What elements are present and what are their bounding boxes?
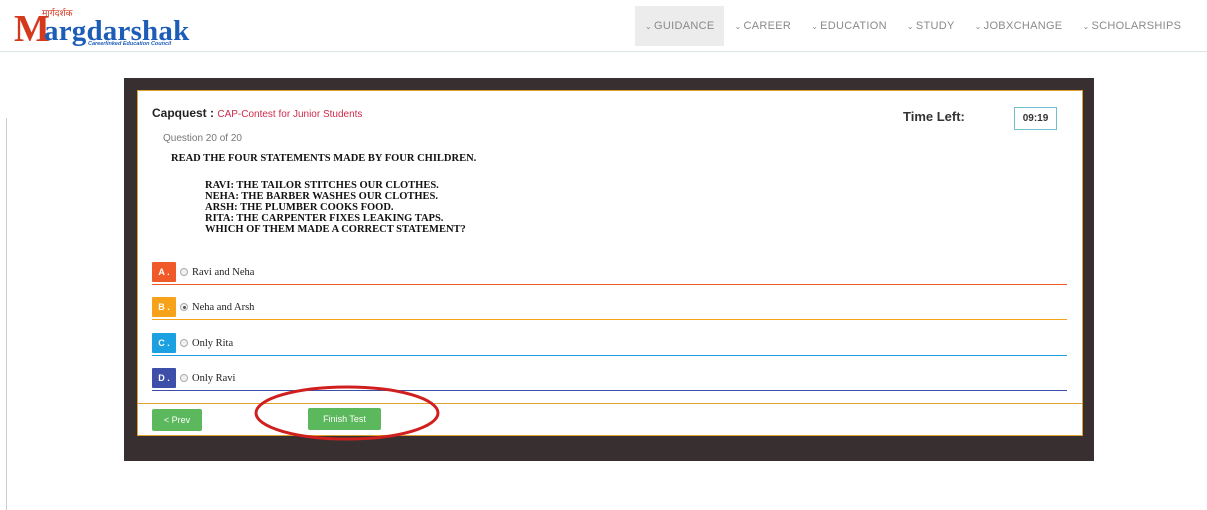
option-a[interactable]: A . Ravi and Neha xyxy=(152,260,1067,284)
option-a-underline xyxy=(152,284,1067,285)
time-left-label: Time Left: xyxy=(903,109,965,124)
contest-name: CAP-Contest for Junior Students xyxy=(217,109,363,120)
left-divider xyxy=(6,118,7,510)
logo-tagline: Careerlinked Education Council xyxy=(88,41,172,47)
option-a-radio[interactable] xyxy=(180,268,188,276)
main-nav: ⌄ GUIDANCE ⌄ CAREER ⌄ EDUCATION ⌄ STUDY … xyxy=(635,6,1191,46)
option-c[interactable]: C . Only Rita xyxy=(152,331,1067,355)
chevron-down-icon: ⌄ xyxy=(906,21,914,31)
site-header: मार्गदर्शक M argdarshak Careerlinked Edu… xyxy=(0,0,1207,52)
chevron-down-icon: ⌄ xyxy=(974,21,982,31)
nav-label: JOBXCHANGE xyxy=(983,20,1063,32)
option-b[interactable]: B . Neha and Arsh xyxy=(152,295,1067,319)
option-a-label: Ravi and Neha xyxy=(192,266,255,278)
nav-label: CAREER xyxy=(743,20,792,32)
time-left-value: 09:19 xyxy=(1014,107,1057,130)
option-d-badge: D . xyxy=(152,368,176,388)
nav-label: SCHOLARSHIPS xyxy=(1091,20,1182,32)
statement-line: RAVI: THE TAILOR STITCHES OUR CLOTHES. xyxy=(205,180,439,191)
option-b-underline xyxy=(152,319,1067,320)
question-number: Question 20 of 20 xyxy=(163,133,242,144)
statement-line: WHICH OF THEM MADE A CORRECT STATEMENT? xyxy=(205,224,466,235)
prev-button[interactable]: < Prev xyxy=(152,409,202,431)
option-b-label: Neha and Arsh xyxy=(192,301,255,313)
option-b-badge: B . xyxy=(152,297,176,317)
option-d-underline xyxy=(152,390,1067,391)
quiz-title: Capquest : CAP-Contest for Junior Studen… xyxy=(152,106,362,120)
margdarshak-logo[interactable]: मार्गदर्शक M argdarshak Careerlinked Edu… xyxy=(14,8,194,48)
nav-item-career[interactable]: ⌄ CAREER xyxy=(724,6,801,46)
option-d-label: Only Ravi xyxy=(192,372,236,384)
nav-item-guidance[interactable]: ⌄ GUIDANCE xyxy=(635,6,725,46)
nav-item-jobxchange[interactable]: ⌄ JOBXCHANGE xyxy=(965,6,1073,46)
nav-label: STUDY xyxy=(915,20,955,32)
option-c-badge: C . xyxy=(152,333,176,353)
nav-item-education[interactable]: ⌄ EDUCATION xyxy=(801,6,897,46)
finish-test-button[interactable]: Finish Test xyxy=(308,408,381,430)
option-d[interactable]: D . Only Ravi xyxy=(152,366,1067,390)
option-b-radio[interactable] xyxy=(180,303,188,311)
option-c-underline xyxy=(152,355,1067,356)
option-d-radio[interactable] xyxy=(180,374,188,382)
chevron-down-icon: ⌄ xyxy=(645,21,653,31)
quiz-title-label: Capquest : xyxy=(152,106,215,120)
nav-item-study[interactable]: ⌄ STUDY xyxy=(897,6,965,46)
statement-line: RITA: THE CARPENTER FIXES LEAKING TAPS. xyxy=(205,213,444,224)
option-c-radio[interactable] xyxy=(180,339,188,347)
quiz-panel: Capquest : CAP-Contest for Junior Studen… xyxy=(137,90,1083,436)
statement-line: NEHA: THE BARBER WASHES OUR CLOTHES. xyxy=(205,191,439,202)
quiz-frame: Capquest : CAP-Contest for Junior Studen… xyxy=(124,78,1094,461)
statement-line: ARSH: THE PLUMBER COOKS FOOD. xyxy=(205,202,394,213)
question-text: READ THE FOUR STATEMENTS MADE BY FOUR CH… xyxy=(171,153,477,164)
chevron-down-icon: ⌄ xyxy=(1082,21,1090,31)
panel-footer-divider xyxy=(138,403,1082,404)
nav-label: GUIDANCE xyxy=(654,20,715,32)
nav-item-scholarships[interactable]: ⌄ SCHOLARSHIPS xyxy=(1072,6,1191,46)
nav-label: EDUCATION xyxy=(820,20,887,32)
option-c-label: Only Rita xyxy=(192,337,234,349)
chevron-down-icon: ⌄ xyxy=(811,21,819,31)
question-statements: RAVI: THE TAILOR STITCHES OUR CLOTHES. N… xyxy=(205,180,466,235)
option-a-badge: A . xyxy=(152,262,176,282)
chevron-down-icon: ⌄ xyxy=(734,21,742,31)
